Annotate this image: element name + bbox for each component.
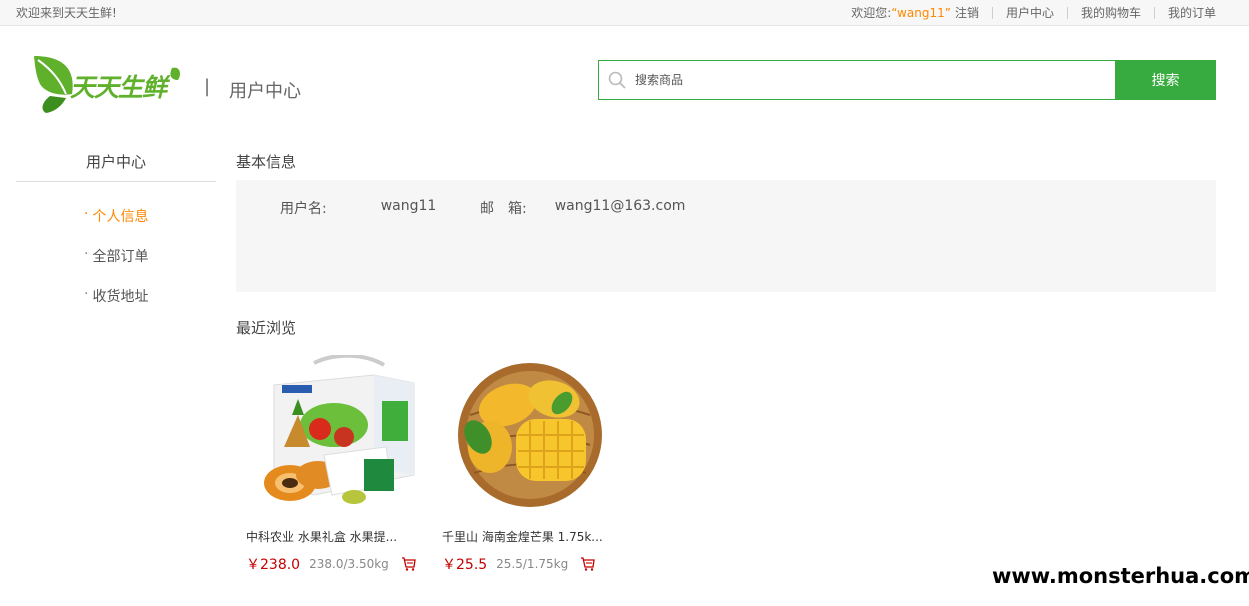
product-name[interactable]: 千里山 海南金煌芒果 1.75k... xyxy=(442,528,612,545)
add-to-cart-icon[interactable] xyxy=(580,557,595,571)
sidebar-title: 用户中心 xyxy=(16,140,216,182)
fruit-gift-box-image[interactable] xyxy=(254,353,424,515)
recent-title: 最近浏览 xyxy=(236,319,297,337)
sidebar-item-address[interactable]: · 收货地址 xyxy=(16,282,216,322)
product-card[interactable]: 千里山 海南金煌芒果 1.75k... ￥25.5 25.5/1.75kg xyxy=(442,355,628,574)
logout-link[interactable]: 注销 xyxy=(955,4,979,21)
price-row: ￥238.0 238.0/3.50kg xyxy=(246,554,432,574)
cart-link[interactable]: 我的购物车 xyxy=(1081,4,1141,21)
product-name[interactable]: 中科农业 水果礼盒 水果提... xyxy=(246,528,416,545)
divider xyxy=(1066,6,1068,19)
divider xyxy=(1153,6,1155,19)
product-card[interactable]: 中科农业 水果礼盒 水果提... ￥238.0 238.0/3.50kg xyxy=(246,353,432,574)
search-bar: 搜索 xyxy=(598,60,1216,100)
username-row: 用户名: wang11 xyxy=(280,198,436,218)
sidebar-item-label: 个人信息 xyxy=(92,209,149,225)
sidebar-item-label: 收货地址 xyxy=(92,289,149,305)
username-text: “wang11” xyxy=(891,5,951,20)
sidebar-item-orders[interactable]: · 全部订单 xyxy=(16,242,216,282)
email-value: wang11@163.com xyxy=(554,198,686,214)
email-row: 邮 箱: wang11@163.com xyxy=(480,198,685,218)
watermark-text: www.monsterhua.com xyxy=(992,564,1249,588)
basic-info-panel: 用户名: wang11 邮 箱: wang11@163.com xyxy=(236,180,1216,292)
search-button[interactable]: 搜索 xyxy=(1115,60,1216,100)
logo-text: 天天生鲜 xyxy=(70,73,167,102)
bullet-icon: · xyxy=(84,286,89,302)
page-title: 用户中心 xyxy=(229,81,301,102)
bullet-icon: · xyxy=(84,206,89,222)
divider xyxy=(991,6,993,19)
product-unit-price: 238.0/3.50kg xyxy=(309,557,389,571)
top-bar: 欢迎来到天天生鲜! 欢迎您: “wang11” 注销 用户中心 我的购物车 我的… xyxy=(0,0,1249,26)
greeting-text: 欢迎您: xyxy=(851,6,892,20)
header-separator: | xyxy=(204,76,211,97)
email-label: 邮 箱: xyxy=(480,201,527,217)
sidebar-item-label: 全部订单 xyxy=(92,249,149,265)
product-unit-price: 25.5/1.75kg xyxy=(496,557,569,571)
top-bar-links: 欢迎您: “wang11” 注销 用户中心 我的购物车 我的订单 xyxy=(851,4,1216,21)
basic-info-title: 基本信息 xyxy=(236,153,297,171)
product-price: ￥238.0 xyxy=(246,557,301,573)
watermark: www.monsterhua.com xyxy=(990,546,1249,606)
user-center-link[interactable]: 用户中心 xyxy=(1006,4,1054,21)
orders-link[interactable]: 我的订单 xyxy=(1168,4,1216,21)
welcome-text: 欢迎来到天天生鲜! xyxy=(16,6,117,20)
search-icon xyxy=(599,61,635,99)
sidebar-menu: 用户中心 · 个人信息 · 全部订单 · 收货地址 xyxy=(16,140,216,322)
search-input[interactable] xyxy=(635,61,1115,99)
mango-basket-image[interactable] xyxy=(450,355,620,515)
username-label: 用户名: xyxy=(280,201,327,217)
bullet-icon: · xyxy=(84,246,89,262)
price-row: ￥25.5 25.5/1.75kg xyxy=(442,554,628,574)
add-to-cart-icon[interactable] xyxy=(401,557,416,571)
username-value: wang11 xyxy=(380,198,437,214)
sidebar-item-profile[interactable]: · 个人信息 xyxy=(16,202,216,242)
product-price: ￥25.5 xyxy=(442,557,488,573)
